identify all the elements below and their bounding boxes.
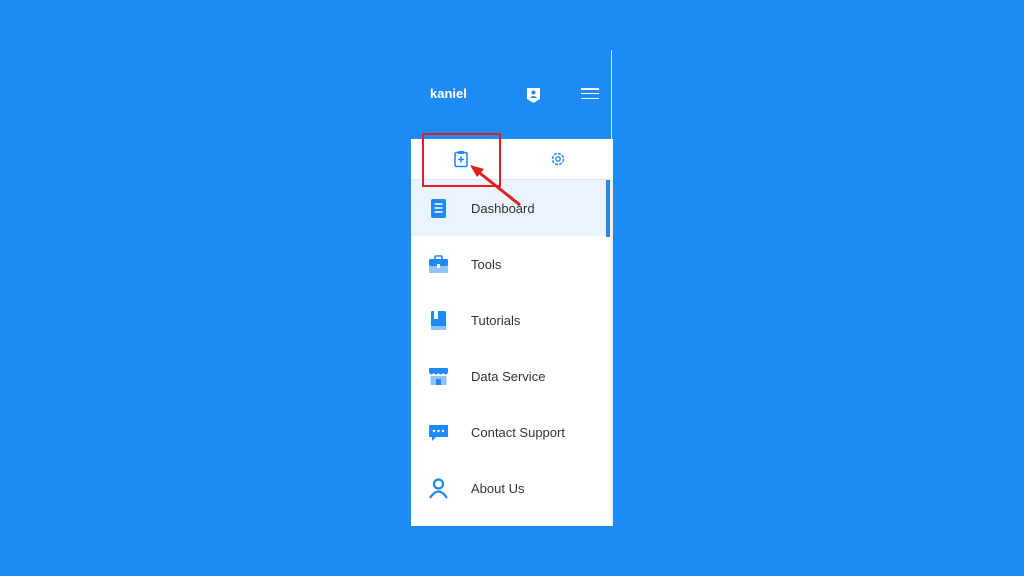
storefront-icon bbox=[429, 368, 448, 385]
menu-item-tools[interactable]: Tools bbox=[411, 236, 611, 292]
document-icon bbox=[431, 199, 446, 218]
toolbox-icon bbox=[429, 255, 448, 273]
active-indicator bbox=[606, 180, 610, 237]
scrollbar-track[interactable] bbox=[611, 180, 613, 526]
menu-item-about-us[interactable]: About Us bbox=[411, 460, 611, 516]
person-icon bbox=[429, 478, 448, 499]
sidebar-menu: Dashboard Tools Tutorials Data Service C… bbox=[411, 180, 611, 516]
menu-item-data-service[interactable]: Data Service bbox=[411, 348, 611, 404]
sidebar-header: kaniel bbox=[411, 50, 611, 139]
panel-divider bbox=[611, 50, 612, 140]
menu-label: Contact Support bbox=[471, 425, 565, 440]
menu-label: Tools bbox=[471, 257, 502, 272]
chat-bubble-icon bbox=[429, 425, 448, 441]
sidebar-panel: kaniel Dashboard Tools Tutorials Data Se… bbox=[411, 50, 613, 526]
menu-item-tutorials[interactable]: Tutorials bbox=[411, 292, 611, 348]
menu-item-contact-support[interactable]: Contact Support bbox=[411, 404, 611, 460]
annotation-arrow-icon bbox=[470, 165, 521, 207]
username-label: kaniel bbox=[430, 86, 467, 101]
user-badge-icon[interactable] bbox=[526, 87, 541, 104]
menu-label: Tutorials bbox=[471, 313, 521, 328]
gear-icon bbox=[551, 152, 565, 166]
hamburger-menu-icon[interactable] bbox=[581, 88, 599, 100]
menu-label: About Us bbox=[471, 481, 525, 496]
menu-label: Data Service bbox=[471, 369, 546, 384]
tab-settings[interactable] bbox=[548, 149, 568, 169]
book-icon bbox=[431, 311, 446, 330]
